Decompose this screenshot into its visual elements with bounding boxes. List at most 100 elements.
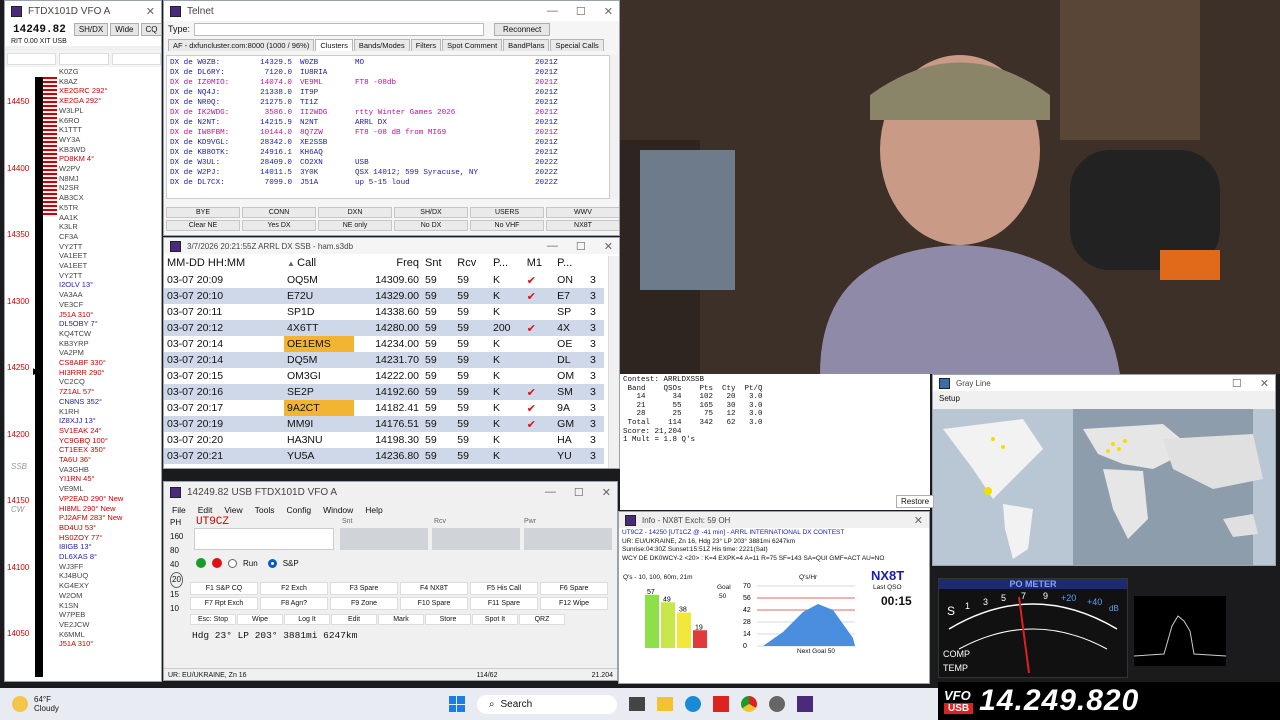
log-row[interactable]: 03-07 20:11 SP1D 14338.60 59 59 K SP 3 bbox=[164, 304, 604, 320]
bandmap-spot[interactable]: CT1EEX 350° bbox=[59, 445, 106, 454]
bandmap-spot[interactable]: VY2TT bbox=[59, 271, 82, 280]
band-option[interactable]: 160 bbox=[170, 530, 183, 544]
cluster-spot-row[interactable]: DX de W0ZB: 14329.5 W0ZB MO 2021Z bbox=[170, 58, 606, 68]
bandmap-spot[interactable]: XE2GA 292° bbox=[59, 96, 101, 105]
log-row[interactable]: 03-07 20:16 SE2P 14192.60 59 59 K ✔ SM 3 bbox=[164, 384, 604, 400]
grayline-map[interactable] bbox=[933, 409, 1275, 565]
bandmap-filter-3[interactable] bbox=[111, 53, 161, 65]
minimize-icon[interactable]: — bbox=[545, 486, 556, 499]
snt-input[interactable] bbox=[340, 528, 428, 550]
function-key[interactable]: F6 Spare bbox=[540, 582, 608, 595]
log-row[interactable]: 03-07 20:15 OM3GI 14222.00 59 59 K OM 3 bbox=[164, 368, 604, 384]
bandmap-spot[interactable]: VC2CQ bbox=[59, 377, 85, 386]
function-key[interactable]: F5 His Call bbox=[470, 582, 538, 595]
macro-button[interactable]: USERS bbox=[470, 207, 544, 218]
edge-icon[interactable] bbox=[684, 696, 701, 712]
bandmap-spot[interactable]: K0ZG bbox=[59, 67, 79, 76]
bandmap-spot[interactable]: N8MJ bbox=[59, 174, 79, 183]
bandmap-spot[interactable]: PD8KM 4° bbox=[59, 154, 94, 163]
action-button[interactable]: Edit bbox=[331, 614, 377, 625]
menu-item[interactable]: View bbox=[224, 505, 242, 515]
settings-icon[interactable] bbox=[768, 696, 785, 712]
col-rcv[interactable]: Rcv bbox=[454, 254, 490, 272]
function-key[interactable]: F4 NX8T bbox=[400, 582, 468, 595]
bandmap-spot[interactable]: VA1EET bbox=[59, 261, 87, 270]
bandmap-list[interactable]: 14450 14400 14350 14300 14250 14200 14150 14100… bbox=[5, 67, 161, 681]
sp-radio[interactable] bbox=[267, 558, 277, 568]
col-freq[interactable]: Freq bbox=[354, 254, 422, 272]
bandmap-spot[interactable]: DL6XAS 8° bbox=[59, 552, 97, 561]
cluster-spot-row[interactable]: DX de KB8OTK: 24916.1 KH6AQ 2021Z bbox=[170, 148, 606, 158]
macro-button[interactable]: DXN bbox=[318, 207, 392, 218]
log-table[interactable]: MM-DD HH:MM ▲ Call Freq Snt Rcv P... M1 … bbox=[164, 254, 604, 464]
menu-item[interactable]: File bbox=[172, 505, 186, 515]
menu-item[interactable]: Config bbox=[286, 505, 311, 515]
wide-button[interactable]: Wide bbox=[110, 22, 139, 36]
band-option[interactable]: 15 bbox=[170, 588, 183, 602]
bandmap-spot[interactable]: 7Z1AL 57° bbox=[59, 387, 94, 396]
log-row[interactable]: 03-07 20:17 9A2CT 14182.41 59 59 K ✔ 9A 3 bbox=[164, 400, 604, 416]
log-row[interactable]: 03-07 20:14 DQ5M 14231.70 59 59 K DL 3 bbox=[164, 352, 604, 368]
bandmap-spot[interactable]: W3LPL bbox=[59, 106, 84, 115]
macro-button[interactable]: Yes DX bbox=[242, 220, 316, 231]
chrome-icon[interactable] bbox=[740, 696, 757, 712]
function-key[interactable]: F3 Spare bbox=[330, 582, 398, 595]
menu-item[interactable]: Edit bbox=[198, 505, 213, 515]
cluster-spot-row[interactable]: DX de N2NT: 14215.9 N2NT ARRL DX 2021Z bbox=[170, 118, 606, 128]
telnet-tab[interactable]: BandPlans bbox=[503, 39, 550, 51]
bandmap-filter-2[interactable] bbox=[59, 53, 109, 65]
bandmap-spot[interactable]: KB3WD bbox=[59, 145, 86, 154]
cluster-spot-row[interactable]: DX de NR0Q: 21275.0 TI1Z 2021Z bbox=[170, 98, 606, 108]
telnet-tab[interactable]: Clusters bbox=[315, 39, 353, 51]
bandmap-spot[interactable]: VA2PM bbox=[59, 348, 84, 357]
file-explorer-icon[interactable] bbox=[656, 697, 673, 711]
close-icon[interactable]: ✕ bbox=[604, 5, 613, 18]
maximize-icon[interactable]: ☐ bbox=[576, 240, 586, 253]
macro-button[interactable]: No DX bbox=[394, 220, 468, 231]
cq-button[interactable]: CQ bbox=[140, 22, 161, 36]
action-button[interactable]: Log It bbox=[284, 614, 330, 625]
macro-button[interactable]: SH/DX bbox=[394, 207, 468, 218]
close-icon[interactable]: ✕ bbox=[602, 486, 611, 499]
bandmap-spot[interactable]: VA3GHB bbox=[59, 465, 89, 474]
telnet-tab[interactable]: Filters bbox=[410, 39, 442, 51]
bandmap-spot[interactable]: CN8NS 352° bbox=[59, 397, 102, 406]
bandmap-spot[interactable]: VA3AA bbox=[59, 290, 83, 299]
action-button[interactable]: Wipe bbox=[237, 614, 283, 625]
close-icon[interactable]: ✕ bbox=[146, 5, 155, 18]
reconnect-button[interactable]: Reconnect bbox=[494, 22, 551, 36]
bandmap-spot[interactable]: W2OM bbox=[59, 591, 82, 600]
macro-button[interactable]: NE only bbox=[318, 220, 392, 231]
function-key[interactable]: F2 Exch bbox=[260, 582, 328, 595]
bandmap-spot[interactable]: KJ4BUQ bbox=[59, 571, 88, 580]
action-button[interactable]: Spot It bbox=[472, 614, 518, 625]
cluster-spot-row[interactable]: DX de W3UL: 28409.0 CO2XN USB 2022Z bbox=[170, 158, 606, 168]
bandmap-spot[interactable]: K1RH bbox=[59, 407, 79, 416]
col-m1[interactable]: M1 bbox=[524, 254, 554, 272]
bandmap-spot[interactable]: K5TR bbox=[59, 203, 78, 212]
minimize-icon[interactable]: — bbox=[547, 240, 558, 253]
app-red-icon[interactable] bbox=[712, 696, 729, 712]
callsign-input[interactable] bbox=[194, 528, 334, 550]
band-option[interactable]: 80 bbox=[170, 544, 183, 558]
cluster-spot-list[interactable]: DX de W0ZB: 14329.5 W0ZB MO 2021Z DX de DL6RY… bbox=[166, 55, 610, 199]
bandmap-spot[interactable]: IZ8XJJ 13° bbox=[59, 416, 96, 425]
bandmap-spot[interactable]: KQ4TCW bbox=[59, 329, 91, 338]
cluster-spot-row[interactable]: DX de DL7CX: 7099.0 J51A up 5-15 loud 2022Z bbox=[170, 178, 606, 188]
col-prefix[interactable]: P... bbox=[554, 254, 587, 272]
start-icon[interactable] bbox=[448, 696, 465, 712]
col-call[interactable]: ▲ Call bbox=[284, 254, 354, 272]
cluster-spot-row[interactable]: DX de NQ4J: 21338.0 IT9P 2021Z bbox=[170, 88, 606, 98]
log-row[interactable]: 03-07 20:20 HA3NU 14198.30 59 59 K HA 3 bbox=[164, 432, 604, 448]
function-key[interactable]: F7 Rpt Exch bbox=[190, 597, 258, 610]
restore-button[interactable]: Restore bbox=[896, 495, 935, 508]
bandmap-spot[interactable]: W2PV bbox=[59, 164, 80, 173]
action-button[interactable]: QRZ bbox=[519, 614, 565, 625]
task-view-icon[interactable] bbox=[628, 697, 645, 711]
log-row[interactable]: 03-07 20:19 MM9I 14176.51 59 59 K ✔ GM 3 bbox=[164, 416, 604, 432]
log-row[interactable]: 03-07 20:10 E72U 14329.00 59 59 K ✔ E7 3 bbox=[164, 288, 604, 304]
macro-button[interactable]: NX8T bbox=[546, 220, 619, 231]
bandmap-spot[interactable]: YC9GBQ 100° bbox=[59, 436, 108, 445]
log-row[interactable]: 03-07 20:14 OE1EMS 14234.00 59 59 K OE 3 bbox=[164, 336, 604, 352]
close-icon[interactable]: ✕ bbox=[604, 240, 613, 253]
